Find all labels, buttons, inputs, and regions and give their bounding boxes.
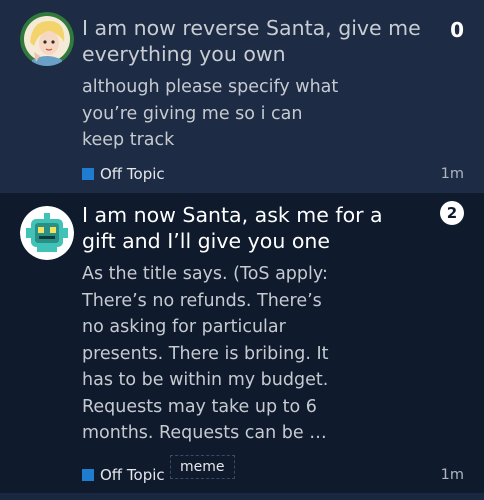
category-color-swatch [82, 469, 94, 481]
category-color-swatch [82, 168, 94, 180]
category-label: Off Topic [100, 165, 165, 183]
category-label: Off Topic [100, 466, 165, 484]
activity-time[interactable]: 1m [441, 467, 464, 483]
anime-character-avatar-icon[interactable] [20, 12, 74, 66]
topic-item[interactable]: I am now reverse Santa, give me everythi… [0, 0, 484, 193]
topic-excerpt: As the title says. (ToS apply: There’s n… [82, 264, 329, 443]
category-badge[interactable]: Off Topic [82, 466, 165, 484]
topic-list: I am now reverse Santa, give me everythi… [0, 0, 484, 500]
category-badge[interactable]: Off Topic [82, 165, 165, 183]
robot-avatar-icon[interactable] [20, 206, 74, 260]
tag-meme[interactable]: meme [170, 455, 235, 479]
reply-count-badge[interactable]: 2 [440, 201, 464, 225]
topic-item[interactable]: I am now Santa, ask me for a gift and I’… [0, 193, 484, 493]
reply-count[interactable]: 0 [450, 18, 464, 42]
topic-excerpt: although please specify what you’re givi… [82, 77, 339, 150]
topic-title[interactable]: I am now reverse Santa, give me everythi… [82, 15, 422, 67]
list-divider [0, 493, 484, 500]
topic-title[interactable]: I am now Santa, ask me for a gift and I’… [82, 202, 422, 254]
activity-time[interactable]: 1m [441, 166, 464, 182]
